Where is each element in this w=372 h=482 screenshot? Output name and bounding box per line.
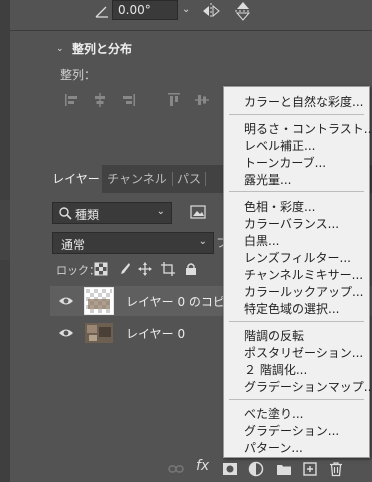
lock-transparent-pixels-icon[interactable] <box>94 262 108 276</box>
eye-icon[interactable] <box>58 295 74 307</box>
lock-position-icon[interactable] <box>138 262 152 276</box>
align-top-edges-icon[interactable] <box>166 92 182 108</box>
section-collapse-chevron-icon[interactable]: ⌄ <box>56 44 64 54</box>
layer-name: レイヤー 0 <box>126 327 186 341</box>
pixel-layer-filter-icon[interactable] <box>190 205 206 219</box>
menu-item-vibrance[interactable]: カラーと自然な彩度... <box>244 93 363 110</box>
align-label: 整列： <box>60 68 97 82</box>
layer-name: レイヤー 0 のコピー <box>126 295 237 309</box>
align-distribute-title: 整列と分布 <box>72 42 133 56</box>
menu-item-brightness-contrast[interactable]: 明るさ・コントラスト... <box>244 120 372 137</box>
trash-icon[interactable] <box>328 461 344 477</box>
tab-separator <box>205 172 206 186</box>
menu-item-posterize[interactable]: ポスタリゼーション... <box>244 344 363 361</box>
menu-item-gradient[interactable]: グラデーション... <box>244 422 339 439</box>
angle-value: 0.00° <box>118 3 151 17</box>
tab-paths[interactable]: パス <box>173 165 205 193</box>
transform-angle-row: 0.00° ⌄ <box>10 0 372 24</box>
menu-item-selective-color[interactable]: 特定色域の選択... <box>244 300 339 317</box>
new-layer-icon[interactable] <box>302 461 318 477</box>
menu-item-black-white[interactable]: 白黒... <box>244 232 279 249</box>
fx-icon[interactable]: fx <box>196 458 209 474</box>
menu-item-pattern[interactable]: パターン... <box>244 439 303 456</box>
menu-separator <box>229 191 364 192</box>
align-horizontal-centers-icon[interactable] <box>92 92 108 108</box>
chevron-down-icon: ⌄ <box>198 236 207 247</box>
adjustment-layer-icon[interactable] <box>248 461 264 477</box>
flip-vertical-icon[interactable] <box>233 0 253 22</box>
menu-item-color-balance[interactable]: カラーバランス... <box>244 215 339 232</box>
layer-thumbnail <box>84 287 114 315</box>
lock-all-icon[interactable] <box>184 262 198 276</box>
menu-item-channel-mixer[interactable]: チャンネルミキサー... <box>244 266 363 283</box>
flip-horizontal-icon[interactable] <box>201 2 221 20</box>
chevron-down-icon: ⌄ <box>156 206 165 217</box>
lock-artboard-icon[interactable] <box>161 262 175 276</box>
menu-separator <box>229 114 364 115</box>
align-left-edges-icon[interactable] <box>64 92 80 108</box>
adjustment-layer-menu: カラーと自然な彩度... 明るさ・コントラスト... レベル補正... トーンカ… <box>223 86 372 458</box>
tab-layers[interactable]: レイヤー <box>50 165 102 193</box>
menu-item-threshold[interactable]: ２ 階調化... <box>244 361 307 378</box>
menu-item-hue-saturation[interactable]: 色相・彩度... <box>244 198 315 215</box>
layer-filter-value: 種類 <box>75 208 100 222</box>
menu-item-solid-color[interactable]: べた塗り... <box>244 405 303 422</box>
blend-mode-select[interactable]: 通常 ⌄ <box>52 232 214 254</box>
layer-mask-icon[interactable] <box>222 461 238 477</box>
link-layers-icon[interactable] <box>168 461 184 477</box>
menu-item-levels[interactable]: レベル補正... <box>244 137 315 154</box>
eye-icon[interactable] <box>58 327 74 339</box>
menu-item-invert[interactable]: 階調の反転 <box>244 327 304 344</box>
layer-thumbnail <box>85 323 113 343</box>
layer-filter-select[interactable]: 種類 ⌄ <box>52 202 172 224</box>
menu-item-photo-filter[interactable]: レンズフィルター... <box>244 249 351 266</box>
menu-item-gradient-map[interactable]: グラデーションマップ... <box>244 378 372 395</box>
menu-separator <box>229 321 364 322</box>
menu-separator <box>229 399 364 400</box>
search-icon <box>59 207 72 220</box>
left-tool-strip <box>0 0 10 482</box>
menu-item-curves[interactable]: トーンカーブ... <box>244 154 326 171</box>
menu-item-exposure[interactable]: 露光量... <box>244 171 291 188</box>
angle-input[interactable]: 0.00° <box>112 0 178 20</box>
chevron-down-icon[interactable]: ⌄ <box>182 4 190 15</box>
section-divider <box>10 30 372 31</box>
left-strip-segment <box>0 200 10 260</box>
align-vertical-centers-icon[interactable] <box>194 92 210 108</box>
menu-item-color-lookup[interactable]: カラールックアップ... <box>244 283 363 300</box>
group-folder-icon[interactable] <box>276 461 292 477</box>
blend-mode-value: 通常 <box>61 238 86 252</box>
angle-icon <box>95 6 108 18</box>
tab-channels[interactable]: チャンネル <box>102 165 172 193</box>
lock-image-pixels-icon[interactable] <box>117 262 131 276</box>
align-right-edges-icon[interactable] <box>120 92 136 108</box>
